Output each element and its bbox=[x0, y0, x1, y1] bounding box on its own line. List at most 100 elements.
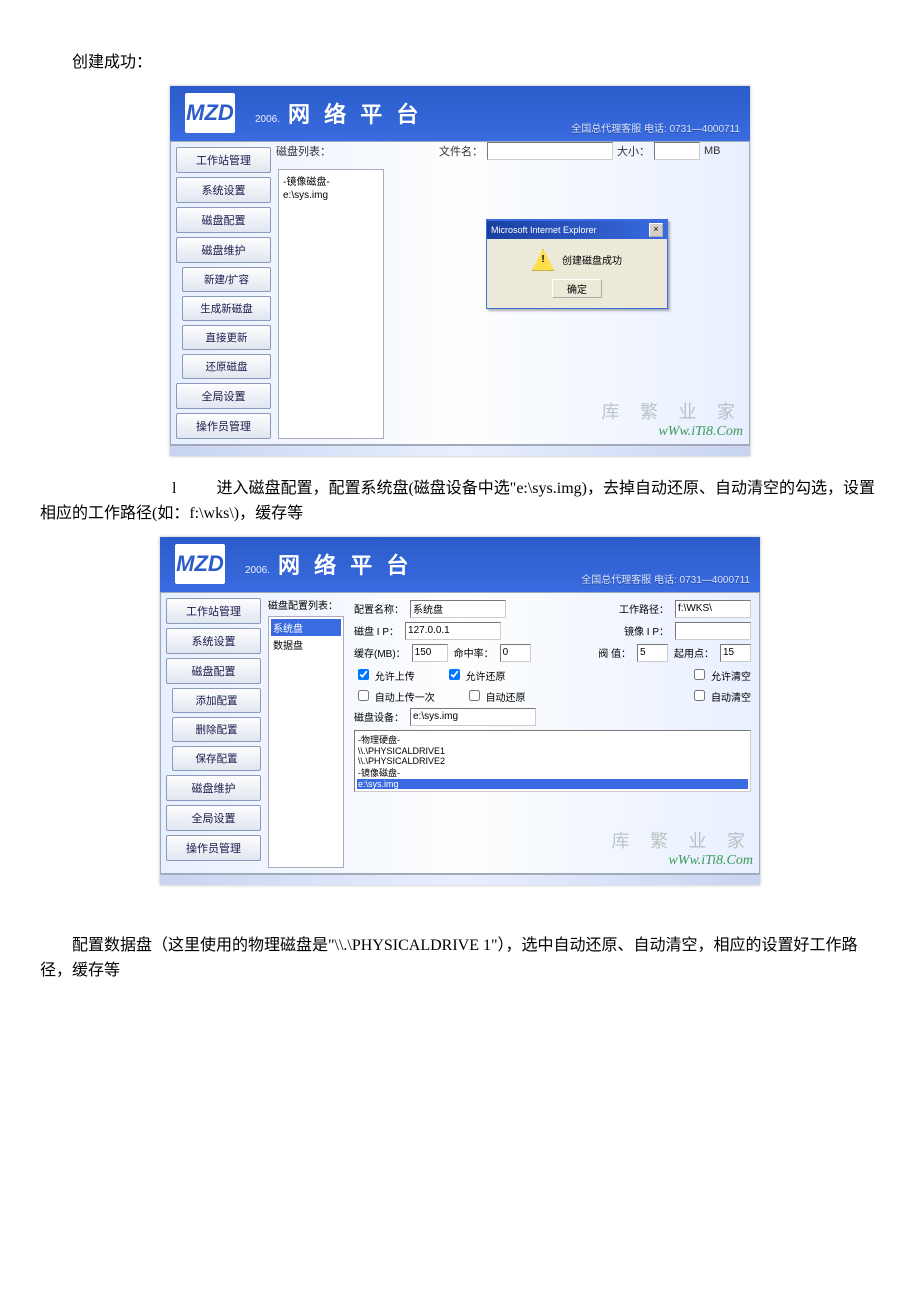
ok-button[interactable]: 确定 bbox=[552, 279, 602, 298]
nav-disk-config[interactable]: 磁盘配置 bbox=[176, 207, 271, 233]
nav-restore-disk[interactable]: 还原磁盘 bbox=[182, 354, 271, 379]
auto-clear-cb[interactable]: 自动清空 bbox=[690, 687, 751, 704]
allow-clear-cb[interactable]: 允许清空 bbox=[690, 666, 751, 683]
watermark: 库 繁 业 家 wWw.iTi8.Com bbox=[612, 827, 754, 869]
allow-restore-cb[interactable]: 允许还原 bbox=[445, 666, 506, 683]
sidebar: 工作站管理 系统设置 磁盘配置 添加配置 删除配置 保存配置 磁盘维护 全局设置… bbox=[161, 593, 266, 873]
watermark-url: wWw.iTi8.Com bbox=[602, 424, 744, 440]
hotline: 全国总代理客服 电话: 0731—4000711 bbox=[581, 571, 750, 586]
nav-add-config[interactable]: 添加配置 bbox=[172, 688, 261, 713]
nav-direct-update[interactable]: 直接更新 bbox=[182, 325, 271, 350]
doc-text-1: 创建成功： bbox=[40, 50, 880, 76]
status-bar bbox=[160, 874, 760, 885]
watermark-text: 库 繁 业 家 bbox=[612, 827, 754, 853]
thresh-label: 阀 值： bbox=[598, 645, 631, 660]
year-label: 2006. bbox=[245, 565, 270, 576]
hit-label: 命中率： bbox=[454, 645, 494, 660]
size-unit: MB bbox=[704, 145, 721, 157]
config-list[interactable]: 系统盘 数据盘 bbox=[268, 616, 344, 868]
disk-list[interactable]: -镜像磁盘- e:\sys.img bbox=[278, 169, 384, 439]
screenshot-2: MZD 2006. 网 络 平 台 全国总代理客服 电话: 0731—40007… bbox=[160, 537, 760, 885]
nav-new-expand[interactable]: 新建/扩容 bbox=[182, 267, 271, 292]
nav-workstation[interactable]: 工作站管理 bbox=[176, 147, 271, 173]
screenshot-1: MZD 2006. 网 络 平 台 全国总代理客服 电话: 0731—40007… bbox=[170, 86, 750, 456]
nav-gen-disk[interactable]: 生成新磁盘 bbox=[182, 296, 271, 321]
nav-system[interactable]: 系统设置 bbox=[176, 177, 271, 203]
path-input[interactable] bbox=[675, 600, 751, 618]
dialog-titlebar: Microsoft Internet Explorer × bbox=[487, 221, 667, 239]
hit-input[interactable] bbox=[500, 644, 531, 662]
logo: MZD bbox=[175, 544, 225, 584]
app-title: 2006. 网 络 平 台 bbox=[245, 548, 412, 580]
config-list-label: 磁盘配置列表： bbox=[266, 593, 346, 616]
title-text: 网 络 平 台 bbox=[288, 97, 422, 129]
app-banner: MZD 2006. 网 络 平 台 全国总代理客服 电话: 0731—40007… bbox=[160, 537, 760, 592]
device-row[interactable]: \\.\PHYSICALDRIVE2 bbox=[357, 756, 748, 766]
auto-restore-cb[interactable]: 自动还原 bbox=[465, 687, 526, 704]
path-label: 工作路径： bbox=[619, 601, 669, 616]
disk-ip-input[interactable] bbox=[405, 622, 501, 640]
device-row[interactable]: \\.\PHYSICALDRIVE1 bbox=[357, 746, 748, 756]
watermark-text: 库 繁 业 家 bbox=[602, 398, 744, 424]
close-icon[interactable]: × bbox=[649, 223, 663, 237]
year-label: 2006. bbox=[255, 114, 280, 125]
thresh-input[interactable] bbox=[637, 644, 668, 662]
nav-workstation[interactable]: 工作站管理 bbox=[166, 598, 261, 624]
nav-save-config[interactable]: 保存配置 bbox=[172, 746, 261, 771]
cache-label: 缓存(MB)： bbox=[354, 645, 406, 660]
nav-del-config[interactable]: 删除配置 bbox=[172, 717, 261, 742]
mirror-ip-label: 镜像 I P： bbox=[624, 623, 669, 638]
nav-disk-config[interactable]: 磁盘配置 bbox=[166, 658, 261, 684]
logo: MZD bbox=[185, 93, 235, 133]
message-dialog: Microsoft Internet Explorer × ! 创建磁盘成功 确… bbox=[486, 219, 668, 309]
nav-system[interactable]: 系统设置 bbox=[166, 628, 261, 654]
content-area: Microsoft Internet Explorer × ! 创建磁盘成功 确… bbox=[386, 164, 749, 444]
list-item[interactable]: -镜像磁盘- bbox=[281, 172, 381, 189]
watermark-url: wWw.iTi8.Com bbox=[612, 853, 754, 869]
start-label: 起用点： bbox=[674, 645, 714, 660]
filename-input[interactable] bbox=[487, 142, 613, 160]
allow-upload-cb[interactable]: 允许上传 bbox=[354, 666, 415, 683]
device-list[interactable]: -物理硬盘- \\.\PHYSICALDRIVE1 \\.\PHYSICALDR… bbox=[354, 730, 751, 792]
app-title: 2006. 网 络 平 台 bbox=[255, 97, 422, 129]
nav-operator[interactable]: 操作员管理 bbox=[176, 413, 271, 439]
list-item[interactable]: e:\sys.img bbox=[281, 189, 381, 202]
status-bar bbox=[170, 445, 750, 456]
cache-input[interactable] bbox=[412, 644, 448, 662]
doc-text-3: 配置数据盘（这里使用的物理磁盘是"\\.\PHYSICALDRIVE 1"），选… bbox=[40, 933, 880, 984]
warning-icon: ! bbox=[532, 249, 554, 271]
filename-label: 文件名： bbox=[439, 143, 483, 159]
device-row[interactable]: -镜像磁盘- bbox=[357, 766, 748, 779]
dialog-message: 创建磁盘成功 bbox=[562, 252, 622, 267]
device-row[interactable]: e:\sys.img bbox=[357, 779, 748, 789]
list-item[interactable]: 数据盘 bbox=[271, 636, 341, 653]
auto-upload-cb[interactable]: 自动上传一次 bbox=[354, 687, 435, 704]
sidebar: 工作站管理 系统设置 磁盘配置 磁盘维护 新建/扩容 生成新磁盘 直接更新 还原… bbox=[171, 142, 276, 444]
size-input[interactable] bbox=[654, 142, 700, 160]
nav-disk-maint[interactable]: 磁盘维护 bbox=[166, 775, 261, 801]
device-label: 磁盘设备： bbox=[354, 709, 404, 724]
nav-disk-maint[interactable]: 磁盘维护 bbox=[176, 237, 271, 263]
size-label: 大小： bbox=[617, 143, 650, 159]
top-fields: 磁盘列表： 文件名： 大小： MB bbox=[276, 142, 749, 160]
hotline: 全国总代理客服 电话: 0731—4000711 bbox=[571, 120, 740, 135]
title-text: 网 络 平 台 bbox=[278, 548, 412, 580]
config-form: 配置名称： 工作路径： 磁盘 I P： 镜像 I P： 缓存 bbox=[346, 593, 759, 873]
app-banner: MZD 2006. 网 络 平 台 全国总代理客服 电话: 0731—40007… bbox=[170, 86, 750, 141]
watermark: 库 繁 业 家 wWw.iTi8.Com bbox=[602, 398, 744, 440]
disk-ip-label: 磁盘 I P： bbox=[354, 623, 399, 638]
list-item[interactable]: 系统盘 bbox=[271, 619, 341, 636]
start-input[interactable] bbox=[720, 644, 751, 662]
device-row[interactable]: -物理硬盘- bbox=[357, 733, 748, 746]
device-input[interactable] bbox=[410, 708, 536, 726]
nav-global[interactable]: 全局设置 bbox=[166, 805, 261, 831]
doc-text-2: l 进入磁盘配置，配置系统盘(磁盘设备中选"e:\sys.img)，去掉自动还原… bbox=[40, 476, 880, 527]
nav-global[interactable]: 全局设置 bbox=[176, 383, 271, 409]
name-label: 配置名称： bbox=[354, 601, 404, 616]
name-input[interactable] bbox=[410, 600, 506, 618]
list-marker: l bbox=[172, 480, 176, 497]
disk-list-label: 磁盘列表： bbox=[276, 143, 331, 159]
nav-operator[interactable]: 操作员管理 bbox=[166, 835, 261, 861]
mirror-ip-input[interactable] bbox=[675, 622, 751, 640]
dialog-title-text: Microsoft Internet Explorer bbox=[491, 225, 597, 235]
